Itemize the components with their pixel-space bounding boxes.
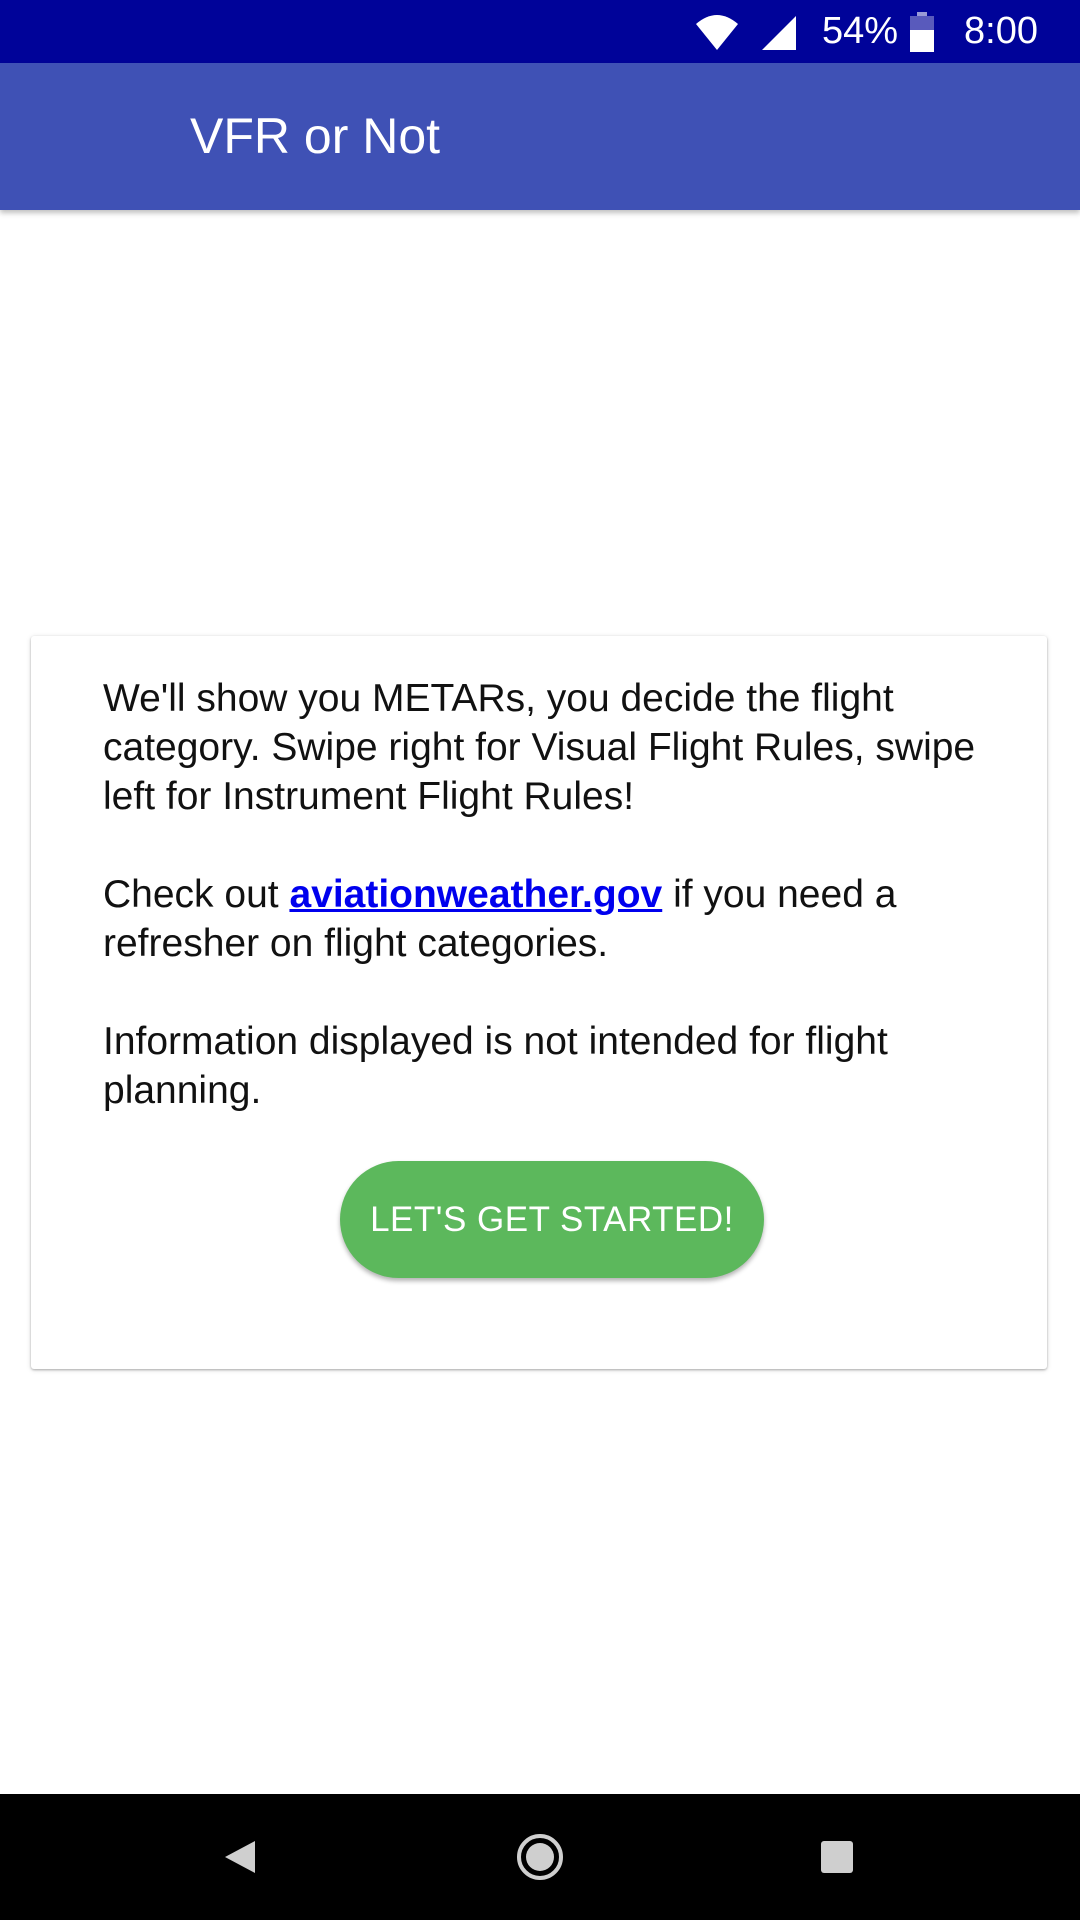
home-button[interactable] [480,1794,600,1920]
navigation-bar [0,1794,1080,1920]
refresher-paragraph: Check out aviationweather.gov if you nee… [103,870,1003,968]
intro-paragraph: We'll show you METARs, you decide the fl… [103,677,976,818]
battery-percent: 54% [821,10,899,52]
battery-icon [910,11,935,52]
clock: 8:00 [964,10,1038,52]
back-icon [225,1841,255,1873]
app-title: VFR or Not [190,108,441,164]
signal-icon [761,15,796,50]
app-bar: VFR or Not [0,63,1080,210]
get-started-button[interactable]: LET'S GET STARTED! [340,1161,764,1278]
recents-icon [821,1841,853,1873]
intro-text: We'll show you METARs, you decide the fl… [103,674,1003,1164]
wifi-icon [695,14,738,50]
status-icons: 54% 8:00 [694,0,1038,63]
status-bar: 54% 8:00 [0,0,1080,63]
home-icon [517,1834,563,1880]
disclaimer-paragraph: Information displayed is not intended fo… [103,1020,888,1112]
recents-button[interactable] [777,1794,897,1920]
back-button[interactable] [180,1794,300,1920]
intro-card: We'll show you METARs, you decide the fl… [31,636,1047,1369]
refresher-prefix: Check out [103,873,290,916]
aviationweather-link[interactable]: aviationweather.gov [289,873,662,916]
